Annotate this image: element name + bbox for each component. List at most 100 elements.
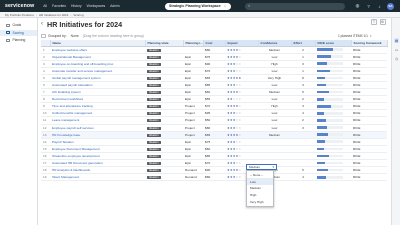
impact-rating[interactable]: ★★★★★ [225, 88, 258, 97]
filter-icon[interactable]: ▽ [371, 19, 377, 25]
cost-cell[interactable]: $60 [203, 88, 225, 97]
scoring-framework-cell[interactable]: RICE [351, 95, 387, 104]
effort-cell[interactable] [291, 138, 315, 146]
row-name-link[interactable]: Talent Management [50, 173, 145, 182]
confidence-cell[interactable]: High [258, 60, 291, 68]
impact-rating[interactable]: ★★★★★ [225, 53, 258, 61]
scoring-framework-cell[interactable]: RICE [351, 159, 387, 168]
row-name-link[interactable]: Time and attendance tracking [50, 102, 145, 111]
scoring-framework-cell[interactable]: RICE [351, 102, 387, 111]
table-row[interactable]: 13 HR Knowledge base Ideation Project $65 ★★★… [41, 131, 387, 139]
cost-cell[interactable]: $70 [203, 102, 225, 111]
confidence-cell[interactable] [258, 152, 291, 161]
confidence-cell[interactable]: Low [258, 124, 291, 132]
confidence-cell[interactable] [258, 138, 291, 146]
cost-cell[interactable]: $65 [203, 74, 225, 82]
planning-item-cell[interactable]: Epic [183, 60, 203, 68]
row-name-link[interactable]: Automated payroll calculation [50, 81, 145, 90]
table-row[interactable]: 9 Time and attendance tracking Ideation Pro… [41, 102, 387, 111]
impact-rating[interactable]: ★★★★★ [225, 74, 258, 82]
impact-rating[interactable]: ★★★★★ [225, 81, 258, 90]
scoring-framework-cell[interactable]: RICE [351, 116, 387, 125]
row-name-link[interactable]: Global payroll management system [50, 74, 145, 82]
planning-item-cell[interactable]: Project [183, 109, 203, 118]
effort-cell[interactable]: 4 [291, 173, 315, 182]
row-name-link[interactable]: Recruitment workflows [50, 95, 145, 104]
effort-cell[interactable] [291, 152, 315, 161]
planning-item-cell[interactable]: Project [183, 131, 203, 139]
table-row[interactable]: 2 Organizational Management Ideation Epic $7… [41, 53, 387, 61]
scoring-framework-cell[interactable]: RICE [351, 81, 387, 90]
bell-icon[interactable]: ♪ [376, 3, 383, 10]
scoring-framework-cell[interactable]: RICE [351, 60, 387, 68]
scoring-framework-cell[interactable]: RICE [351, 145, 387, 153]
effort-cell[interactable]: 3 [291, 102, 315, 111]
planning-item-cell[interactable]: Epic [183, 74, 203, 82]
table-row[interactable]: 11 Leave management Ideation Project $50 ★★★★… [41, 116, 387, 125]
cost-cell[interactable]: $85 [203, 152, 225, 161]
group-by-value[interactable]: None [71, 34, 79, 38]
planning-item-cell[interactable]: Epic [183, 81, 203, 90]
planning-item-cell[interactable]: Project [183, 124, 203, 132]
cost-cell[interactable]: $75 [203, 138, 225, 146]
confidence-cell[interactable]: Low [258, 116, 291, 125]
cost-cell[interactable]: $85 [203, 81, 225, 90]
dropdown-option-medium[interactable]: Medium [247, 185, 273, 192]
scoring-framework-cell[interactable]: RICE [351, 88, 387, 97]
cost-cell[interactable]: $80 [203, 124, 225, 132]
chevron-down-icon[interactable]: ▾ [272, 165, 274, 169]
row-name-link[interactable]: Streamline employee development [50, 152, 145, 161]
table-row[interactable]: 5 Global payroll management system Ideatio… [41, 74, 387, 82]
planning-item-cell[interactable]: Demand [183, 173, 203, 182]
table-row[interactable]: 4 Automate transfer and service managemen… [41, 67, 387, 75]
nav-menu-all[interactable]: All [43, 4, 47, 8]
scoring-framework-cell[interactable]: RICE [351, 138, 387, 146]
impact-rating[interactable]: ★★★★★ [225, 60, 258, 68]
effort-cell[interactable] [291, 131, 315, 139]
planning-item-cell[interactable] [183, 46, 203, 54]
planning-item-cell[interactable]: Demand [183, 166, 203, 175]
table-row[interactable]: 1 Employee wellness offers Ideation $80 ★★★★… [41, 46, 387, 54]
effort-cell[interactable]: 1 [291, 67, 315, 75]
row-name-link[interactable]: Automate transfer and service management [50, 67, 145, 75]
effort-cell[interactable]: 2 [291, 95, 315, 104]
cost-cell[interactable]: $80 [203, 46, 225, 54]
globe-icon[interactable]: ◍ [354, 3, 361, 10]
impact-rating[interactable]: ★★★★★ [225, 102, 258, 111]
table-row[interactable]: 6 Automated payroll calculation Ideation Ep… [41, 81, 387, 90]
impact-rating[interactable]: ★★★★★ [225, 109, 258, 118]
details-icon[interactable]: ▤ [394, 38, 399, 43]
planning-item-cell[interactable]: Epic [183, 145, 203, 153]
settings-icon[interactable]: ⚙ [379, 19, 386, 25]
scoring-framework-cell[interactable]: RICE [351, 53, 387, 61]
row-name-link[interactable]: Employee Document Management [50, 145, 145, 153]
cost-cell[interactable]: $50 [203, 116, 225, 125]
confidence-cell[interactable]: Very High [258, 74, 291, 82]
sidebar-item-scoring[interactable]: Scoring [0, 29, 37, 36]
planning-item-cell[interactable]: Project [183, 102, 203, 111]
global-search-input[interactable]: ⌕ [245, 2, 345, 10]
back-arrow-icon[interactable]: ‹ [41, 21, 43, 27]
impact-rating[interactable]: ★★★★★ [225, 138, 258, 146]
row-name-link[interactable]: HR Knowledge base [50, 131, 145, 139]
avatar[interactable]: SA [387, 2, 394, 10]
effort-cell[interactable] [291, 159, 315, 168]
impact-rating[interactable]: ★★★★★ [225, 95, 258, 104]
table-row[interactable]: 10 Unified benefits management Ideation Pro… [41, 109, 387, 118]
effort-cell[interactable]: 4 [291, 109, 315, 118]
table-row[interactable]: 16 Streamline employee development Ideatio… [41, 152, 387, 161]
scoring-framework-cell[interactable]: RICE [351, 166, 387, 175]
help-icon[interactable]: ? [365, 3, 372, 10]
scoring-framework-cell[interactable]: RICE [351, 67, 387, 75]
breadcrumb-item[interactable]: HR Initiatives for 2024 [39, 13, 69, 17]
star-icon[interactable]: ☆ [224, 4, 227, 8]
scoring-framework-cell[interactable]: RICE [351, 109, 387, 118]
confidence-cell[interactable]: High [258, 102, 291, 111]
impact-rating[interactable]: ★★★★★ [225, 131, 258, 139]
comments-icon[interactable]: ▭ [394, 47, 399, 52]
nav-menu-workspaces[interactable]: Workspaces [87, 4, 106, 8]
effort-cell[interactable]: 1 [291, 53, 315, 61]
row-name-link[interactable]: AIC Enabling system [50, 88, 145, 97]
table-row[interactable]: 18 HR Analytics & Dashboards Ideation Deman… [41, 166, 387, 175]
table-row[interactable]: 8 Recruitment workflows Ideation Epic $55 ★★★… [41, 95, 387, 104]
